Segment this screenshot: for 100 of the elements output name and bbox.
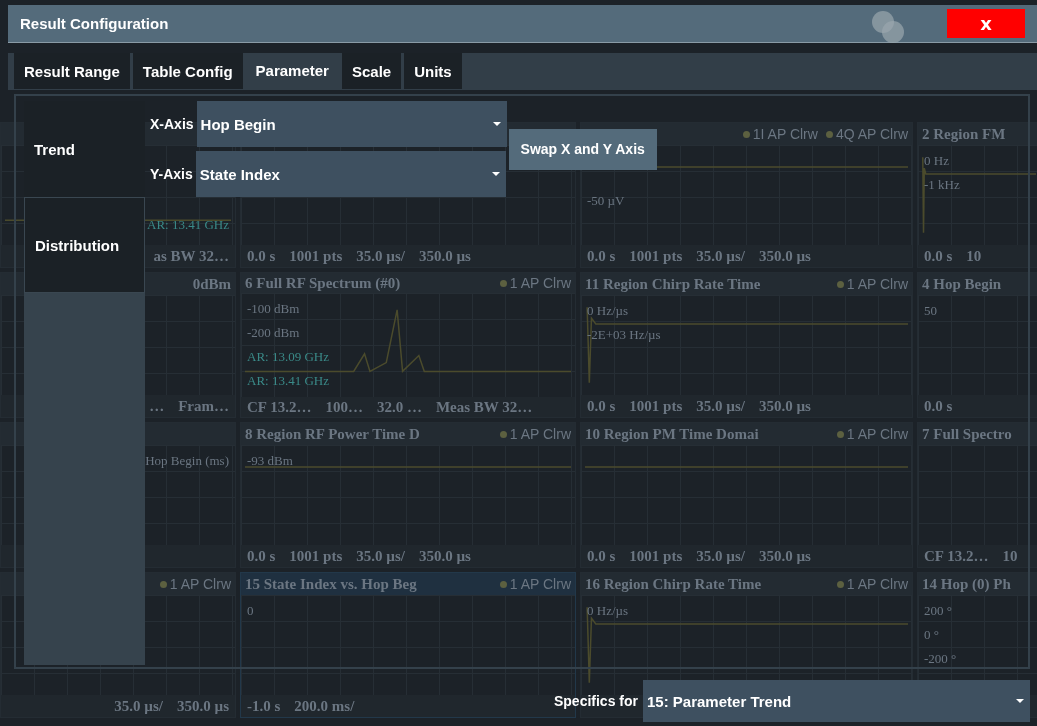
caret-icon bbox=[1016, 699, 1024, 703]
axis-field-label: X-Axis bbox=[150, 116, 194, 132]
axis-label: AR: 13.41 GHz bbox=[247, 373, 329, 389]
panel-title: 14 Hop (0) Ph bbox=[922, 575, 1011, 593]
scale-label: 200.0 ms/ bbox=[294, 697, 355, 715]
axis-label: 0 ° bbox=[924, 627, 939, 643]
scale-label: 0.0 s bbox=[924, 247, 953, 265]
axis-label: Hop Begin (ms) bbox=[145, 453, 229, 469]
axis-label: -200 ° bbox=[924, 651, 957, 667]
scale-label: 35.0 µs/ bbox=[696, 547, 745, 565]
scale-label: 100… bbox=[325, 398, 363, 416]
axis-label: AR: 13.09 GHz bbox=[247, 349, 329, 365]
window-title: Result Configuration bbox=[20, 15, 170, 32]
tab[interactable]: Units bbox=[404, 53, 462, 89]
axis-label: -50 µV bbox=[587, 193, 625, 209]
panel-title: 7 Full Spectro bbox=[922, 425, 1012, 443]
axis-label: -1 kHz bbox=[924, 177, 960, 193]
scale-label: 0.0 s bbox=[247, 247, 276, 265]
scale-label: -1.0 s bbox=[247, 697, 281, 715]
scale-label: 10 bbox=[966, 247, 982, 265]
axis-label: 50 bbox=[924, 303, 937, 319]
specifics-dropdown[interactable]: 15: Parameter Trend bbox=[643, 680, 1030, 722]
scale-label: 35.0 µs/ bbox=[356, 547, 405, 565]
scale-label: 1001 pts bbox=[629, 547, 683, 565]
caret-icon bbox=[492, 122, 501, 126]
scale-label: 35.0 µs/ bbox=[356, 247, 405, 265]
trace-label: 1 AP Clrw bbox=[169, 576, 231, 592]
trace-label: 1I AP Clrw bbox=[752, 126, 818, 142]
scale-label: 0.0 s bbox=[587, 397, 616, 415]
trace-dot-icon bbox=[499, 430, 507, 438]
scale-label: 350.0 µs bbox=[418, 247, 471, 265]
axis-label: 0 bbox=[247, 603, 254, 619]
scale-label: 1001 pts bbox=[629, 397, 683, 415]
trace-label: 1 AP Clrw bbox=[846, 276, 908, 292]
trace-dot-icon bbox=[836, 580, 844, 588]
scale-label: 0.0 s bbox=[247, 547, 276, 565]
axis-label: -2E+03 Hz/µs bbox=[587, 327, 661, 343]
axis-dropdown[interactable]: Hop Begin bbox=[196, 101, 507, 147]
trace-dot-icon bbox=[159, 580, 167, 588]
scale-label: 0.0 s bbox=[924, 397, 953, 415]
scale-label: 0.0 s bbox=[587, 247, 616, 265]
axis-label: -200 dBm bbox=[247, 325, 300, 341]
axis-field-label: Y-Axis bbox=[150, 166, 193, 182]
tab[interactable]: Table Config bbox=[132, 53, 243, 89]
panel-title: 16 Region Chirp Rate Time bbox=[585, 575, 762, 593]
axis-label: AR: 13.41 GHz bbox=[147, 217, 229, 233]
scale-label: 350.0 µs bbox=[418, 547, 471, 565]
axis-label: 0 Hz/µs bbox=[587, 603, 629, 619]
scale-label: 350.0 µs bbox=[177, 697, 229, 715]
axis-label: 0 Hz bbox=[924, 153, 949, 169]
scale-label: CF 13.2… bbox=[924, 547, 989, 565]
scale-label: 0.0 s bbox=[587, 547, 616, 565]
trace-dot-icon bbox=[836, 280, 844, 288]
scale-label: 10 bbox=[1002, 547, 1018, 565]
axis-label: -93 dBm bbox=[247, 453, 293, 469]
scale-label: 32.0 … bbox=[376, 398, 422, 416]
axis-dropdown[interactable]: State Index bbox=[195, 151, 506, 197]
tab[interactable]: Result Range bbox=[14, 53, 130, 89]
panel-title: 8 Region RF Power Time D bbox=[245, 425, 420, 443]
axis-label: -100 dBm bbox=[247, 301, 300, 317]
scale-label: 1001 pts bbox=[289, 547, 343, 565]
trace-label: 1 AP Clrw bbox=[509, 576, 571, 592]
scale-label: 1001 pts bbox=[629, 247, 683, 265]
trace-label: 1 AP Clrw bbox=[509, 426, 571, 442]
panel-title: 2 Region FM bbox=[922, 125, 1006, 143]
caret-icon bbox=[491, 172, 500, 176]
scale-label: as BW 32… bbox=[153, 247, 229, 265]
close-button[interactable]: x bbox=[947, 9, 1025, 38]
scale-label: CF 13.2… bbox=[247, 398, 312, 416]
panel-title: 11 Region Chirp Rate Time bbox=[585, 275, 761, 293]
scale-label: 350.0 µs bbox=[758, 247, 811, 265]
trace-label: 1 AP Clrw bbox=[846, 576, 908, 592]
scale-label: 350.0 µs bbox=[758, 547, 811, 565]
tab[interactable]: Scale bbox=[341, 53, 402, 89]
axis-label: 200 ° bbox=[924, 603, 952, 619]
scale-label: … bbox=[149, 397, 165, 415]
panel-title: 4 Hop Begin bbox=[922, 275, 1002, 293]
specifics-label: Specifics for bbox=[553, 693, 638, 709]
scale-label: 35.0 µs/ bbox=[696, 397, 745, 415]
trace-label: 1 AP Clrw bbox=[509, 275, 571, 291]
scale-label: 35.0 µs/ bbox=[114, 697, 163, 715]
scale-label: 35.0 µs/ bbox=[696, 247, 745, 265]
trace-dot-icon bbox=[499, 279, 507, 287]
trace-dot-icon bbox=[499, 580, 507, 588]
trace-dot-icon bbox=[836, 430, 844, 438]
panel-title: 0dBm bbox=[192, 275, 231, 293]
swap-axes-button[interactable]: Swap X and Y Axis bbox=[508, 128, 657, 170]
trace-dot-icon bbox=[742, 130, 750, 138]
scale-label: Meas BW 32… bbox=[435, 398, 533, 416]
scale-label: 350.0 µs bbox=[758, 397, 811, 415]
circles-icon bbox=[871, 9, 905, 44]
trace-label: 1 AP Clrw bbox=[846, 426, 908, 442]
panel-title: 6 Full RF Spectrum (#0) bbox=[245, 274, 401, 292]
scale-label: 1001 pts bbox=[289, 247, 343, 265]
panel-title: 10 Region PM Time Domai bbox=[585, 425, 759, 443]
scale-label: Fram… bbox=[178, 397, 229, 415]
axis-label: 0 Hz/µs bbox=[587, 303, 629, 319]
nav-item[interactable]: Distribution bbox=[24, 197, 145, 293]
trace-label: 4Q AP Clrw bbox=[835, 126, 908, 142]
panel-title: 15 State Index vs. Hop Beg bbox=[245, 575, 417, 593]
